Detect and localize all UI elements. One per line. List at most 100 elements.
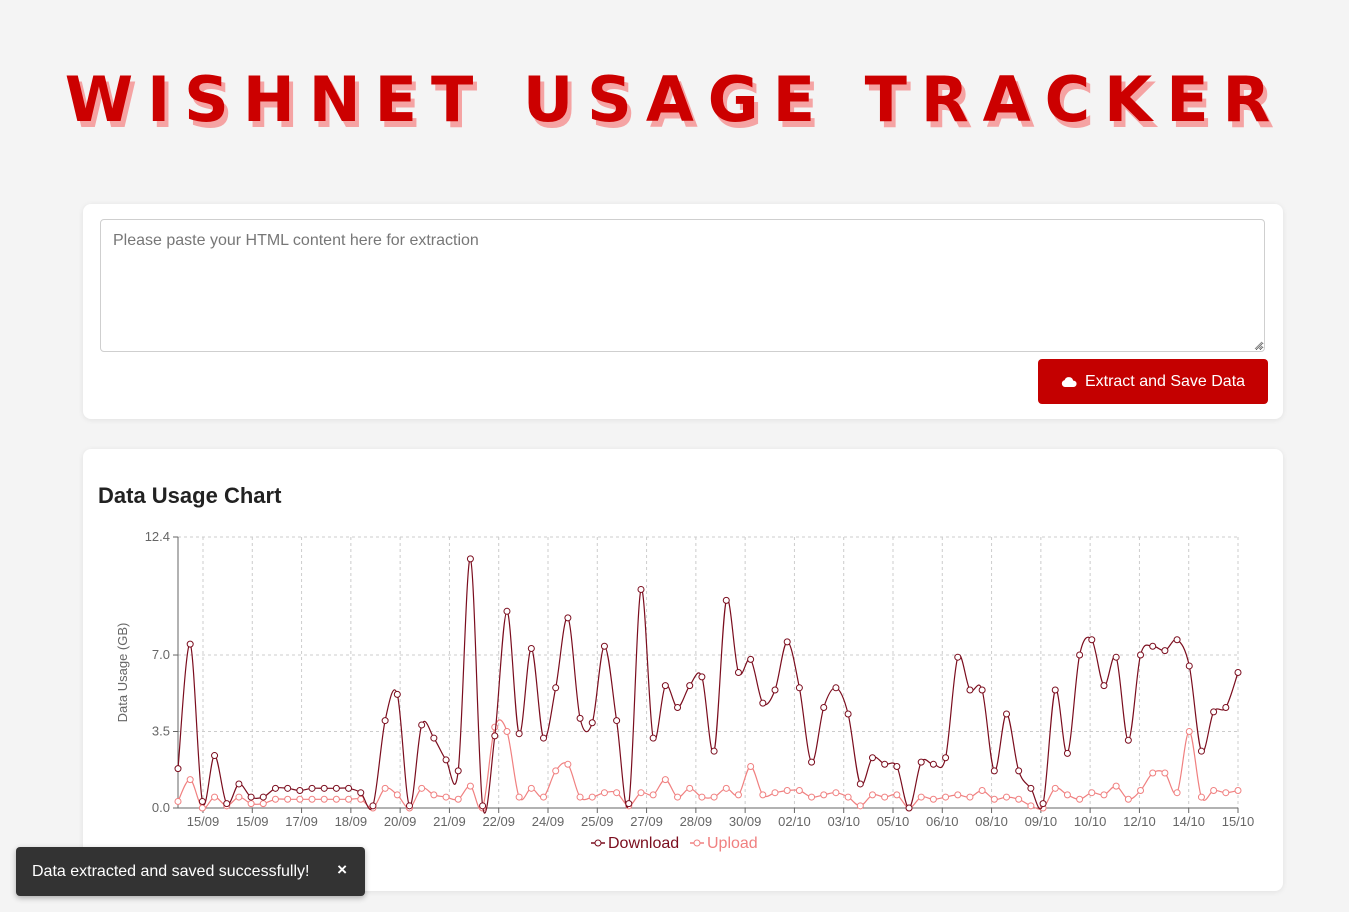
download-data-point: [284, 784, 292, 792]
download-data-point: [271, 784, 279, 792]
download-data-point: [613, 717, 621, 725]
upload-data-point: [637, 789, 645, 797]
upload-data-point: [491, 723, 499, 731]
x-tick-label: 05/10: [877, 814, 910, 829]
upload-data-point: [661, 776, 669, 784]
upload-data-point: [613, 789, 621, 797]
download-data-point: [369, 802, 377, 810]
download-data-point: [1088, 636, 1096, 644]
download-data-point: [881, 760, 889, 768]
download-data-point: [1161, 647, 1169, 655]
upload-data-point: [198, 804, 206, 812]
upload-data-point: [296, 795, 304, 803]
download-data-point: [503, 607, 511, 615]
upload-data-point: [856, 802, 864, 810]
upload-data-point: [332, 795, 340, 803]
input-card: Extract and Save Data: [83, 204, 1283, 419]
upload-data-point: [576, 793, 584, 801]
download-data-point: [1185, 662, 1193, 670]
y-tick-label: 3.5: [152, 724, 170, 739]
download-data-point: [1112, 653, 1120, 661]
upload-data-point: [259, 800, 267, 808]
upload-data-point: [954, 791, 962, 799]
upload-data-point: [1051, 784, 1059, 792]
download-data-point: [1197, 747, 1205, 755]
download-legend-label: Download: [608, 835, 679, 852]
upload-data-point: [832, 789, 840, 797]
upload-data-point: [320, 795, 328, 803]
toast-close-button[interactable]: ×: [337, 860, 347, 880]
upload-data-point: [466, 782, 474, 790]
download-data-point: [1173, 636, 1181, 644]
download-data-point: [381, 717, 389, 725]
upload-data-point: [771, 789, 779, 797]
upload-data-point: [844, 793, 852, 801]
download-data-point: [844, 710, 852, 718]
upload-data-point: [783, 787, 791, 795]
chart-card: Data Usage Chart 0.0 3.5 7.0 12.4 15/09 15/09…: [83, 449, 1283, 891]
upload-data-point: [271, 795, 279, 803]
x-tick-label: 20/09: [384, 814, 417, 829]
upload-data-point: [1234, 787, 1242, 795]
html-input-textarea[interactable]: [100, 219, 1265, 352]
download-data-point: [186, 640, 194, 648]
download-data-point: [576, 714, 584, 722]
x-tick-label: 28/09: [680, 814, 713, 829]
download-data-point: [1222, 703, 1230, 711]
download-data-point: [1076, 651, 1084, 659]
upload-data-point: [942, 793, 950, 801]
download-data-point: [332, 784, 340, 792]
download-data-point: [418, 721, 426, 729]
upload-data-point: [600, 789, 608, 797]
upload-data-point: [734, 791, 742, 799]
download-data-point: [649, 734, 657, 742]
upload-data-point: [393, 791, 401, 799]
upload-data-point: [1015, 795, 1023, 803]
upload-data-point: [1124, 795, 1132, 803]
upload-data-point: [442, 793, 450, 801]
download-data-point: [223, 800, 231, 808]
extract-save-button[interactable]: Extract and Save Data: [1038, 359, 1268, 404]
upload-data-point: [515, 793, 523, 801]
download-data-point: [1210, 708, 1218, 716]
upload-data-point: [1161, 769, 1169, 777]
download-data-point: [174, 765, 182, 773]
x-tick-label: 30/09: [729, 814, 762, 829]
download-data-point: [966, 686, 974, 694]
upload-data-point: [1076, 795, 1084, 803]
download-data-point: [466, 555, 474, 563]
download-data-point: [247, 793, 255, 801]
upload-data-point: [747, 762, 755, 770]
download-data-point: [393, 690, 401, 698]
download-data-point: [1027, 784, 1035, 792]
download-data-point: [808, 758, 816, 766]
download-data-point: [661, 682, 669, 690]
upload-data-point: [381, 784, 389, 792]
x-tick-label: 14/10: [1172, 814, 1205, 829]
download-data-point: [320, 784, 328, 792]
upload-data-point: [418, 784, 426, 792]
download-data-point: [929, 760, 937, 768]
cloud-icon: [1061, 376, 1077, 387]
download-data-point: [540, 734, 548, 742]
upload-data-point: [929, 795, 937, 803]
x-tick-label: 10/10: [1074, 814, 1107, 829]
upload-legend-marker: [693, 839, 701, 847]
download-data-point: [893, 762, 901, 770]
upload-data-point: [1210, 787, 1218, 795]
download-data-point: [1100, 682, 1108, 690]
download-data-point: [905, 804, 913, 812]
download-data-point: [856, 780, 864, 788]
upload-data-point: [978, 787, 986, 795]
upload-data-point: [1027, 802, 1035, 810]
upload-data-point: [966, 793, 974, 801]
app-title: WISHNET USAGE TRACKER: [64, 63, 1285, 136]
resize-handle-icon[interactable]: [1254, 341, 1263, 350]
upload-data-point: [284, 795, 292, 803]
x-tick-label: 08/10: [975, 814, 1008, 829]
download-data-point: [1137, 651, 1145, 659]
upload-data-point: [808, 793, 816, 801]
download-data-point: [747, 655, 755, 663]
y-axis-label: Data Usage (GB): [115, 623, 130, 723]
upload-data-point: [1222, 789, 1230, 797]
